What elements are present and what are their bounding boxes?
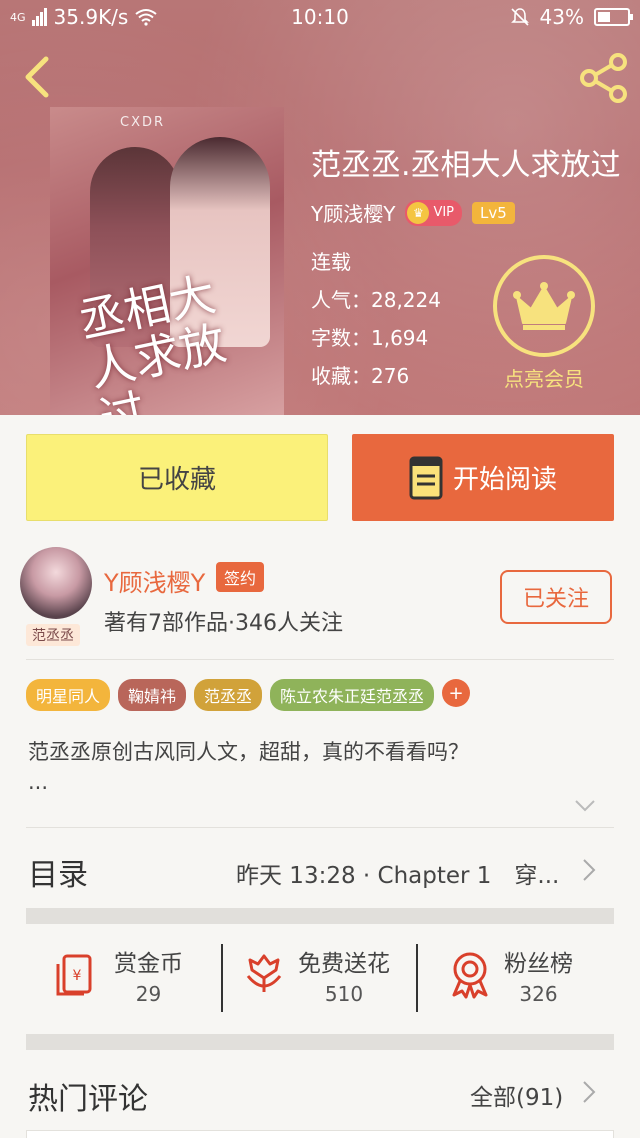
mute-bell-icon: [510, 8, 529, 26]
back-icon[interactable]: [18, 55, 58, 99]
stat-label: 粉丝榜: [504, 951, 573, 977]
crown-icon: [513, 282, 575, 330]
start-reading-button[interactable]: 开始阅读: [352, 434, 614, 521]
divider: [26, 827, 614, 828]
collect-label: 已收藏: [137, 465, 216, 495]
member-label: 点亮会员: [504, 367, 584, 391]
red-envelope-icon: ¥: [56, 954, 92, 996]
tag-item[interactable]: 范丞丞: [194, 679, 263, 711]
status-bar: 4G 35.9K/s 10:10 43%: [0, 0, 640, 34]
book-author[interactable]: Y顾浅樱Y: [311, 198, 395, 227]
stat-label: 赏金币: [114, 951, 183, 977]
book-favorites: 收藏：276: [311, 364, 410, 388]
tag-item[interactable]: 陈立农朱正廷范丞丞: [270, 679, 435, 711]
divider: [26, 659, 614, 660]
author-stats: 著有7部作品·346人关注: [104, 611, 343, 636]
latest-chapter: 昨天 13:28 · Chapter 1 穿...: [236, 863, 560, 889]
send-flower-button[interactable]: 免费送花 510: [244, 944, 390, 1006]
vip-badge: ♛ VIP: [405, 199, 463, 226]
tag-list: 明星同人 鞠婧祎 范丞丞 陈立农朱正廷范丞丞 +: [26, 679, 471, 711]
intro-ellipsis: ...: [28, 770, 49, 794]
tag-item[interactable]: 明星同人: [26, 679, 111, 711]
author-line[interactable]: Y顾浅樱Y ♛ VIP Lv5: [311, 198, 515, 227]
stats-row: ¥ 赏金币 29 免费送花 510 粉丝榜 326: [0, 924, 640, 1034]
chevron-right-icon: [583, 1081, 596, 1103]
signed-badge: 签约: [216, 562, 265, 592]
crown-ring: [493, 255, 595, 357]
book-intro: 范丞丞原创古风同人文，超甜，真的不看看吗？: [28, 740, 469, 764]
chevron-down-icon[interactable]: [574, 799, 596, 813]
book-popularity: 人气：28,224: [311, 288, 441, 312]
comment-card: [26, 1130, 614, 1138]
cover-tag: CXDR: [120, 115, 166, 130]
section-separator: [26, 1034, 614, 1050]
chevron-right-icon: [583, 859, 596, 881]
battery-icon: [594, 8, 633, 26]
book-title: 范丞丞.丞相大人求放过: [311, 148, 621, 183]
divider: [221, 944, 223, 1012]
follow-label: 已关注: [522, 587, 589, 612]
level-badge: Lv5: [472, 201, 515, 224]
hot-comments-title: 热门评论: [28, 1082, 148, 1117]
section-separator: [26, 908, 614, 924]
share-icon[interactable]: [578, 52, 630, 104]
all-comments-link[interactable]: 全部(91): [470, 1078, 563, 1112]
svg-text:¥: ¥: [73, 968, 82, 984]
book-status: 连载: [311, 250, 351, 274]
collect-button[interactable]: 已收藏: [26, 434, 328, 521]
crown-icon: ♛: [407, 201, 430, 224]
tag-item[interactable]: 鞠婧祎: [118, 679, 187, 711]
author-avatar[interactable]: [20, 547, 92, 619]
flower-icon: [246, 954, 282, 992]
stat-value: 326: [519, 982, 558, 1006]
divider: [416, 944, 418, 1012]
fan-ranking-button[interactable]: 粉丝榜 326: [450, 944, 573, 1006]
follow-button[interactable]: 已关注: [500, 570, 612, 624]
table-of-contents-row[interactable]: 目录 昨天 13:28 · Chapter 1 穿...: [0, 832, 640, 908]
reward-coins-button[interactable]: ¥ 赏金币 29: [54, 944, 183, 1006]
add-tag-button[interactable]: +: [442, 679, 471, 707]
book-word-count: 字数：1,694: [311, 326, 429, 350]
medal-icon: [452, 952, 488, 999]
avatar-tag: 范丞丞: [26, 624, 80, 646]
stat-label: 免费送花: [298, 951, 390, 977]
toc-title: 目录: [28, 858, 88, 893]
author-name[interactable]: Y顾浅樱Y: [104, 563, 205, 598]
book-icon: [409, 456, 443, 499]
book-header: 4G 35.9K/s 10:10 43% CXDR 丞相大人求放过 范丞丞.丞相…: [0, 0, 640, 415]
book-cover[interactable]: CXDR 丞相大人求放过: [50, 107, 284, 415]
read-label: 开始阅读: [452, 465, 557, 495]
stat-value: 29: [135, 982, 162, 1006]
stat-value: 510: [324, 982, 364, 1006]
battery-percent: 43%: [539, 5, 584, 29]
member-button[interactable]: 点亮会员: [493, 255, 595, 392]
